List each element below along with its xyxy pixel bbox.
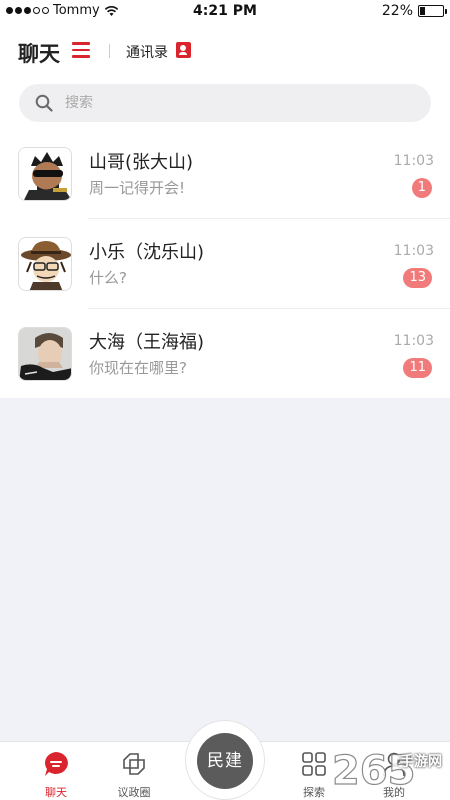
tab-chat-bottom[interactable]: 聊天: [26, 750, 86, 800]
chat-preview: 周一记得开会!: [89, 179, 186, 197]
chat-time: 11:03: [393, 243, 434, 259]
header-divider: [109, 44, 110, 58]
avatar-young-man: [18, 327, 72, 381]
menu-icon[interactable]: [72, 42, 90, 58]
chat-preview: 什么?: [89, 269, 127, 287]
watermark-text: 手游网: [400, 754, 442, 770]
explore-icon: [302, 752, 326, 776]
search-icon: [35, 94, 53, 112]
battery-icon: [418, 5, 447, 17]
search-box[interactable]: [19, 84, 431, 122]
chat-name: 山哥(张大山): [89, 152, 194, 173]
chat-bubble-icon: [45, 752, 68, 776]
chat-time: 11:03: [393, 333, 434, 349]
contacts-icon[interactable]: [176, 42, 191, 58]
chat-preview: 你现在在哪里?: [89, 359, 187, 377]
chat-list: 山哥(张大山) 周一记得开会! 11:03 1 小乐（沈乐山) 什么? 11:0…: [0, 128, 450, 398]
search-area: [0, 82, 450, 128]
battery-fill: [420, 7, 425, 15]
chat-name: 小乐（沈乐山): [89, 242, 205, 263]
unread-badge: 13: [403, 268, 432, 288]
chat-item[interactable]: 大海（王海福) 你现在在哪里? 11:03 11: [0, 308, 450, 398]
tab-label: 议政圈: [117, 786, 151, 799]
header: 聊天 通讯录: [0, 24, 450, 82]
avatar-cowboy-hat-cartoon: [18, 237, 72, 291]
status-bar: Tommy 4:21 PM 22%: [0, 0, 450, 24]
status-right: 22%: [381, 3, 447, 19]
search-input[interactable]: [65, 84, 405, 122]
avatar-sunglasses-man: [18, 147, 72, 201]
unread-badge: 11: [403, 358, 432, 378]
tab-chat[interactable]: 聊天: [18, 38, 60, 68]
center-button[interactable]: 民建: [197, 733, 253, 789]
chat-name: 大海（王海福): [89, 332, 205, 353]
chat-item[interactable]: 小乐（沈乐山) 什么? 11:03 13: [0, 218, 450, 308]
chat-time: 11:03: [393, 153, 434, 169]
tab-politics[interactable]: 议政圈: [104, 750, 164, 800]
circle-grid-icon: [123, 753, 145, 775]
unread-badge: 1: [411, 178, 432, 198]
tab-contacts[interactable]: 通讯录: [126, 42, 168, 62]
chat-item[interactable]: 山哥(张大山) 周一记得开会! 11:03 1: [0, 128, 450, 218]
battery-percent: 22%: [381, 3, 413, 19]
tab-label: 聊天: [45, 786, 67, 799]
